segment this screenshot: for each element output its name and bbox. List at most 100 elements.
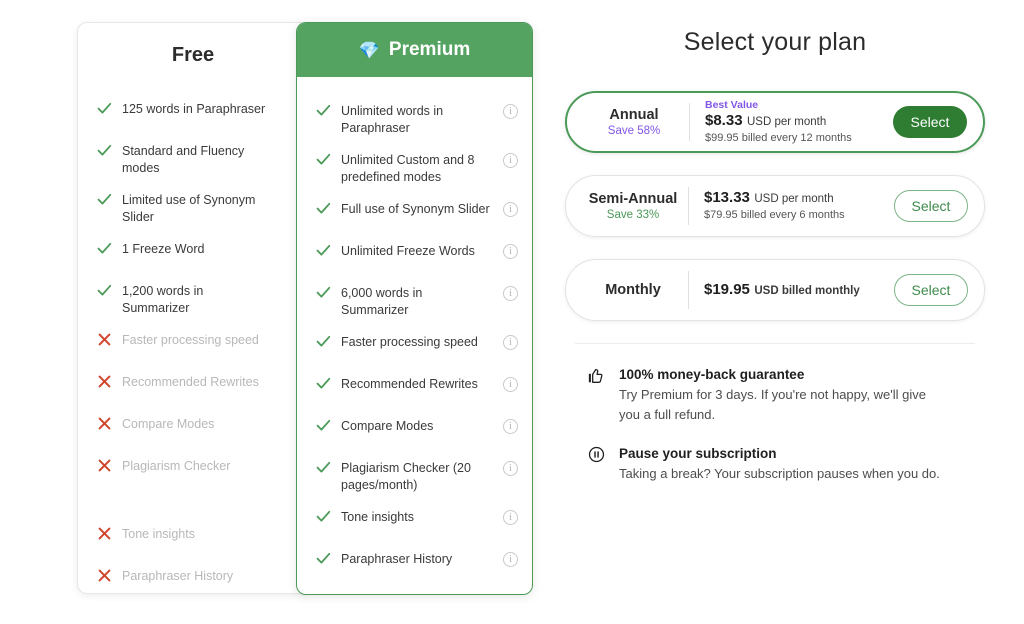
check-icon bbox=[97, 193, 111, 205]
check-icon bbox=[96, 283, 112, 297]
plan-price: $8.33 bbox=[705, 111, 743, 129]
feature-label: Faster processing speed bbox=[341, 335, 478, 349]
feature-row: Unlimited Custom and 8 predefined modes i bbox=[297, 152, 532, 185]
feature-label: Unlimited Freeze Words bbox=[341, 244, 475, 258]
free-plan-card: Free 125 words in Paraphraser Standard an… bbox=[77, 22, 309, 594]
feature-row: Tone insights bbox=[78, 526, 308, 552]
select-plan-button[interactable]: Select bbox=[894, 190, 968, 222]
check-icon bbox=[97, 284, 111, 296]
premium-plan-card: 💎 Premium Unlimited words in Paraphraser… bbox=[296, 22, 533, 595]
feature-row: Plagiarism Checker (20 pages/month) i bbox=[297, 460, 532, 493]
plan-option[interactable]: Monthly $19.95 USD billed monthly Select bbox=[565, 259, 985, 321]
plan-price: $13.33 bbox=[704, 189, 750, 206]
info-icon[interactable]: i bbox=[503, 552, 518, 567]
section-divider bbox=[575, 343, 975, 344]
feature-row: Compare Modes bbox=[78, 416, 308, 442]
plan-price-line: $13.33 USD per month bbox=[704, 189, 894, 208]
plan-name: Semi-Annual bbox=[588, 191, 678, 207]
check-icon bbox=[315, 460, 331, 474]
close-icon bbox=[96, 568, 112, 582]
close-icon bbox=[98, 527, 110, 540]
check-icon bbox=[315, 551, 331, 565]
info-icon[interactable]: i bbox=[503, 510, 518, 525]
plan-price-line: $8.33 USD per month bbox=[705, 112, 893, 131]
feature-row: Limited use of Synonym Slider bbox=[78, 192, 308, 225]
plan-price-unit: USD per month bbox=[747, 115, 827, 128]
best-value-badge: Best Value bbox=[705, 98, 759, 111]
promo-body: Pause your subscription Taking a break? Y… bbox=[619, 445, 940, 484]
promo-title: Pause your subscription bbox=[619, 446, 777, 461]
check-icon bbox=[97, 242, 111, 254]
info-icon[interactable]: i bbox=[503, 153, 518, 168]
plan-pricing: Best Value $8.33 USD per month $99.95 bill… bbox=[690, 99, 893, 146]
check-icon bbox=[316, 377, 330, 389]
feature-label: Plagiarism Checker (20 pages/month) bbox=[341, 461, 471, 492]
plan-billing-note: $79.95 billed every 6 months bbox=[704, 209, 845, 221]
plan-price: $19.95 bbox=[704, 280, 750, 298]
plan-savings: Save 58% bbox=[607, 125, 661, 137]
premium-plan-title: Premium bbox=[388, 39, 471, 60]
feature-label: Recommended Rewrites bbox=[341, 377, 478, 391]
feature-row: Unlimited words in Paraphraser i bbox=[297, 103, 532, 136]
info-icon[interactable]: i bbox=[503, 377, 518, 392]
close-icon bbox=[96, 332, 112, 346]
check-icon bbox=[315, 201, 331, 215]
plan-name-block: Semi-Annual Save 33% bbox=[566, 191, 688, 221]
feature-label: Paraphraser History bbox=[341, 552, 453, 566]
feature-label: Compare Modes bbox=[341, 419, 434, 433]
feature-label: Limited use of Synonym Slider bbox=[122, 193, 256, 224]
promo-section: 100% money-back guarantee Try Premium for… bbox=[583, 366, 985, 484]
feature-row: Plagiarism Checker bbox=[78, 458, 308, 484]
info-icon[interactable]: i bbox=[503, 335, 518, 350]
page-title: Select your plan bbox=[683, 28, 867, 56]
feature-label: 1 Freeze Word bbox=[122, 242, 205, 256]
promo-row: Pause your subscription Taking a break? Y… bbox=[583, 445, 985, 484]
plan-option[interactable]: Semi-Annual Save 33% $13.33 USD per month $… bbox=[565, 175, 985, 237]
check-icon bbox=[315, 152, 331, 166]
close-icon bbox=[98, 375, 110, 388]
check-icon bbox=[316, 335, 330, 347]
plan-pricing: $19.95 USD billed monthly bbox=[689, 281, 894, 300]
feature-row: Tone insights i bbox=[297, 509, 532, 535]
feature-label: Tone insights bbox=[122, 527, 195, 541]
check-icon bbox=[315, 285, 331, 299]
feature-label: Paraphraser History bbox=[122, 569, 234, 583]
feature-row: 1,200 words in Summarizer bbox=[78, 283, 308, 316]
info-icon[interactable]: i bbox=[503, 244, 518, 259]
info-icon[interactable]: i bbox=[503, 419, 518, 434]
plan-billing-note: $99.95 billed every 12 months bbox=[705, 131, 852, 144]
plan-price-unit: USD per month bbox=[754, 193, 834, 205]
feature-row: Faster processing speed i bbox=[297, 334, 532, 360]
check-icon bbox=[316, 552, 330, 564]
info-icon[interactable]: i bbox=[503, 286, 518, 301]
check-icon bbox=[315, 334, 331, 348]
select-plan-button[interactable]: Select bbox=[894, 274, 968, 306]
feature-row: Compare Modes i bbox=[297, 418, 532, 444]
feature-row: Recommended Rewrites bbox=[78, 374, 308, 400]
close-icon bbox=[98, 333, 110, 346]
promo-row: 100% money-back guarantee Try Premium for… bbox=[583, 366, 985, 425]
free-plan-title: Free bbox=[171, 43, 215, 66]
info-icon[interactable]: i bbox=[503, 202, 518, 217]
free-feature-list: 125 words in Paraphraser Standard and Flu… bbox=[78, 101, 308, 594]
check-icon bbox=[316, 244, 330, 256]
info-icon[interactable]: i bbox=[503, 461, 518, 476]
plan-selector-panel: Select your plan Annual Save 58% Best Valu… bbox=[565, 18, 985, 504]
plan-name: Annual bbox=[609, 107, 659, 123]
feature-row: 125 words in Paraphraser bbox=[78, 101, 308, 127]
feature-label: Tone insights bbox=[341, 510, 414, 524]
promo-title: 100% money-back guarantee bbox=[619, 367, 805, 382]
feature-label: Unlimited Custom and 8 predefined modes bbox=[341, 153, 475, 184]
check-icon bbox=[316, 153, 330, 165]
thumbs-up-icon bbox=[588, 368, 602, 383]
plan-price-line: $19.95 USD billed monthly bbox=[704, 281, 894, 300]
close-icon bbox=[98, 459, 110, 472]
plan-option[interactable]: Annual Save 58% Best Value $8.33 USD per mo… bbox=[565, 91, 985, 153]
feature-row: Full use of Synonym Slider i bbox=[297, 201, 532, 227]
promo-body: 100% money-back guarantee Try Premium for… bbox=[619, 366, 949, 425]
premium-feature-list: Unlimited words in Paraphraser i Unlimited… bbox=[297, 103, 532, 577]
info-icon[interactable]: i bbox=[503, 104, 518, 119]
close-icon bbox=[96, 374, 112, 388]
select-plan-button[interactable]: Select bbox=[893, 106, 967, 138]
close-icon bbox=[98, 569, 110, 582]
